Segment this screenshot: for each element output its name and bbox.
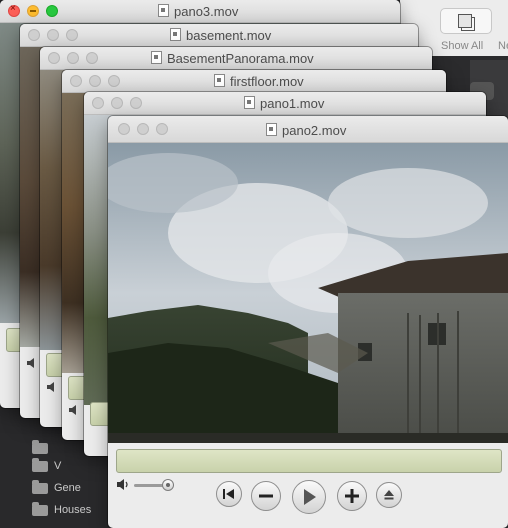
speaker-icon bbox=[68, 404, 81, 416]
minimize-button[interactable] bbox=[111, 97, 123, 109]
document-icon bbox=[266, 123, 277, 136]
title-bar[interactable]: firstfloor.mov bbox=[62, 70, 446, 93]
close-button[interactable] bbox=[28, 29, 40, 41]
zoom-button[interactable] bbox=[130, 97, 142, 109]
window-title: basement.mov bbox=[170, 28, 271, 43]
close-button[interactable] bbox=[118, 123, 130, 135]
window-title: BasementPanorama.mov bbox=[151, 51, 314, 66]
speaker-icon bbox=[46, 381, 59, 393]
zoom-button[interactable] bbox=[108, 75, 120, 87]
plus-icon bbox=[345, 489, 359, 503]
minus-icon bbox=[259, 494, 273, 498]
window-title-text: pano3.mov bbox=[174, 4, 239, 19]
window-title-text: basement.mov bbox=[186, 28, 272, 43]
eject-button[interactable] bbox=[376, 482, 402, 508]
panorama-image bbox=[108, 143, 508, 443]
minimize-button[interactable] bbox=[137, 123, 149, 135]
new-label: Ne bbox=[498, 40, 508, 52]
folder-icon bbox=[32, 439, 48, 454]
document-icon bbox=[158, 4, 169, 17]
window-title: pano1.mov bbox=[244, 96, 324, 111]
window-title: firstfloor.mov bbox=[214, 74, 304, 89]
window-title-text: firstfloor.mov bbox=[230, 74, 304, 89]
zoom-button[interactable] bbox=[86, 52, 98, 64]
close-button[interactable] bbox=[8, 3, 20, 17]
sidebar-folder-v[interactable]: V bbox=[32, 457, 62, 474]
movie-frame bbox=[108, 143, 508, 443]
sidebar-folder-label: V bbox=[54, 460, 62, 472]
movie-window-pano2[interactable]: pano2.mov bbox=[108, 116, 508, 528]
volume-up-button[interactable] bbox=[337, 481, 367, 511]
go-to-start-button[interactable] bbox=[216, 481, 242, 507]
minimize-button[interactable] bbox=[67, 52, 79, 64]
title-bar[interactable]: basement.mov bbox=[20, 24, 418, 47]
folder-icon bbox=[32, 479, 48, 494]
close-button[interactable] bbox=[92, 97, 104, 109]
window-title-text: pano1.mov bbox=[260, 96, 325, 111]
document-icon bbox=[170, 28, 181, 41]
title-bar[interactable]: pano2.mov bbox=[108, 116, 508, 143]
document-icon bbox=[151, 51, 162, 64]
window-title: pano2.mov bbox=[266, 123, 346, 138]
sidebar-folder-label: Houses bbox=[54, 504, 92, 516]
eject-icon bbox=[384, 490, 394, 500]
minimize-button[interactable] bbox=[47, 29, 59, 41]
window-title-text: BasementPanorama.mov bbox=[167, 51, 314, 66]
sidebar-folder-houses[interactable]: Houses bbox=[32, 501, 92, 518]
play-icon bbox=[304, 489, 316, 505]
zoom-button[interactable] bbox=[66, 29, 78, 41]
volume-down-button[interactable] bbox=[251, 481, 281, 511]
timeline-display[interactable] bbox=[116, 449, 502, 473]
sidebar-folder-label: Gene bbox=[54, 482, 81, 494]
show-all-label: Show All bbox=[441, 40, 484, 52]
show-all-button[interactable] bbox=[440, 8, 492, 34]
window-title: pano3.mov bbox=[158, 4, 238, 19]
speaker-icon bbox=[26, 357, 39, 369]
close-button[interactable] bbox=[48, 52, 60, 64]
document-icon bbox=[244, 96, 255, 109]
document-icon bbox=[214, 74, 225, 87]
minimize-button[interactable] bbox=[89, 75, 101, 87]
speaker-icon bbox=[116, 478, 129, 490]
sidebar-folder[interactable] bbox=[32, 439, 54, 456]
minimize-button[interactable] bbox=[27, 5, 39, 17]
zoom-button[interactable] bbox=[156, 123, 168, 135]
volume-slider-knob[interactable] bbox=[162, 479, 174, 491]
zoom-button[interactable] bbox=[46, 5, 58, 17]
folder-icon bbox=[32, 501, 48, 516]
window-title-text: pano2.mov bbox=[282, 123, 347, 138]
title-bar[interactable]: pano3.mov bbox=[0, 0, 400, 23]
title-bar[interactable]: pano1.mov bbox=[84, 92, 486, 115]
folder-icon bbox=[32, 457, 48, 472]
title-bar[interactable]: BasementPanorama.mov bbox=[40, 47, 432, 70]
sidebar-folder-general[interactable]: Gene bbox=[32, 479, 81, 496]
play-button[interactable] bbox=[292, 480, 326, 514]
close-button[interactable] bbox=[70, 75, 82, 87]
skip-back-icon bbox=[223, 489, 234, 499]
